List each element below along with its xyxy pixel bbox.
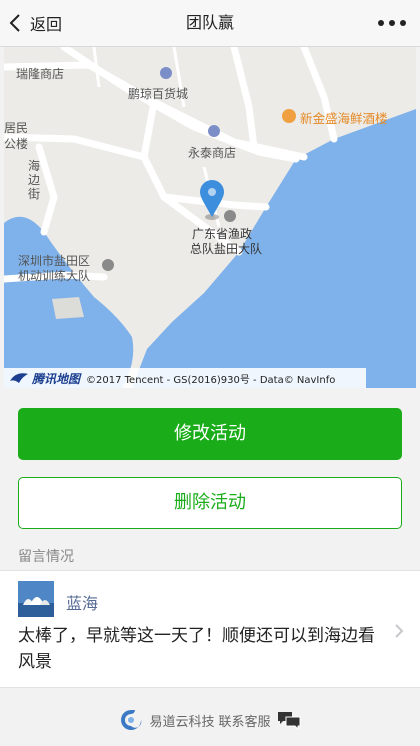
map-label: 总队盐田大队 — [190, 242, 263, 256]
map-label: 公楼 — [4, 137, 29, 151]
map-label: 机动训练大队 — [18, 269, 91, 283]
delete-activity-button[interactable]: 删除活动 — [18, 477, 402, 529]
navigation-bar: 返回 团队赢 — [0, 0, 420, 47]
map-label: 居民 — [4, 121, 29, 135]
map-label: 海边街 — [28, 159, 41, 201]
avatar-image — [18, 581, 54, 617]
chat-icon[interactable] — [277, 710, 301, 730]
comment-text: 太棒了，早就等这一天了！顺便还可以到海边看风景 — [18, 626, 375, 672]
avatar — [18, 581, 54, 617]
comment-item[interactable]: 蓝海 太棒了，早就等这一天了！顺便还可以到海边看风景 — [0, 570, 420, 688]
page-title: 团队赢 — [185, 13, 234, 32]
map-attribution: 腾讯地图 ©2017 Tencent - GS(2016)930号 - Data… — [4, 368, 366, 388]
map-base — [4, 47, 416, 388]
more-dot-icon — [389, 20, 395, 26]
footer-brand: 易道云科技 — [149, 714, 215, 730]
comments-section-title: 留言情况 — [18, 549, 74, 565]
more-dot-icon — [378, 20, 384, 26]
contact-service-link[interactable]: 联系客服 — [219, 711, 271, 730]
back-label: 返回 — [30, 15, 63, 34]
map-copyright: ©2017 Tencent - GS(2016)930号 - Data© Nav… — [86, 374, 336, 386]
map-label: 鹏琼百货城 — [128, 87, 189, 101]
map-label: 瑞隆商店 — [16, 67, 65, 81]
more-menu-button[interactable] — [378, 0, 406, 46]
modify-activity-button[interactable]: 修改活动 — [18, 408, 402, 460]
chevron-left-icon — [9, 14, 20, 32]
tencent-map-logo: 腾讯地图 — [8, 370, 80, 387]
chevron-right-icon — [395, 624, 404, 638]
tencent-map-icon — [10, 373, 28, 383]
map-label: 新金盛海鲜酒楼 — [300, 111, 388, 126]
commenter-name[interactable]: 蓝海 — [66, 590, 98, 614]
footer: 易道云科技 联系客服 — [0, 700, 420, 740]
more-dot-icon — [400, 20, 406, 26]
map-view[interactable]: 瑞隆商店 鹏琼百货城 新金盛海鲜酒楼 永泰商店 居民 公楼 海边街 广东省渔政 … — [4, 47, 416, 388]
map-label: 永泰商店 — [188, 146, 237, 160]
yidao-logo-icon — [121, 710, 142, 730]
back-button[interactable]: 返回 — [8, 0, 62, 46]
